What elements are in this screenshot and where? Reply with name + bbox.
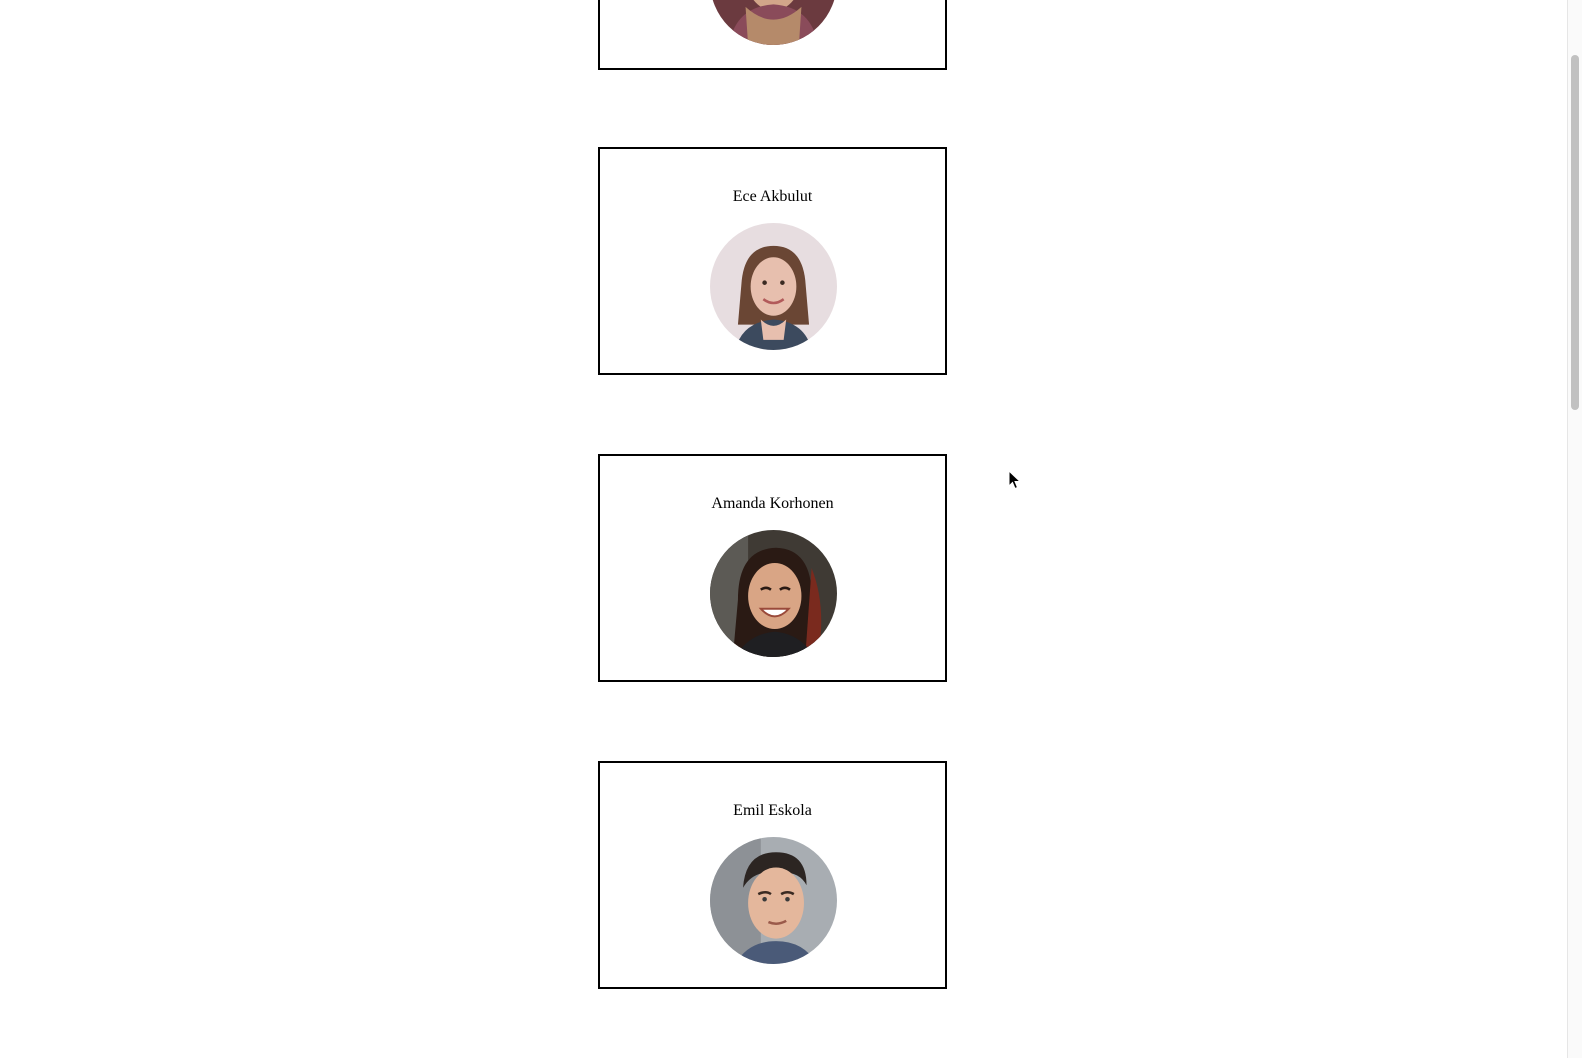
profile-card: Emil Eskola <box>598 761 947 989</box>
profile-name: Amanda Korhonen <box>711 495 834 512</box>
scrollbar-thumb[interactable] <box>1571 55 1579 410</box>
woman-brown-hair-photo-icon <box>710 223 837 350</box>
profile-card <box>598 0 947 70</box>
profile-card: Amanda Korhonen <box>598 454 947 682</box>
profile-avatar <box>710 837 837 964</box>
man-portrait-photo-icon <box>710 837 837 964</box>
profile-name: Ece Akbulut <box>732 188 813 205</box>
woman-smiling-photo-icon <box>710 530 837 657</box>
mouse-cursor-icon <box>1008 470 1022 490</box>
profile-avatar <box>710 223 837 350</box>
woman-scarf-photo-icon <box>710 0 837 45</box>
vertical-scrollbar[interactable] <box>1567 0 1582 1058</box>
profile-avatar <box>710 530 837 657</box>
profile-card: Ece Akbulut <box>598 147 947 375</box>
profile-name: Emil Eskola <box>733 802 812 819</box>
profile-avatar <box>710 0 837 45</box>
page: Ece Akbulut Amanda Korhonen Emil Eskola <box>0 0 1584 1058</box>
